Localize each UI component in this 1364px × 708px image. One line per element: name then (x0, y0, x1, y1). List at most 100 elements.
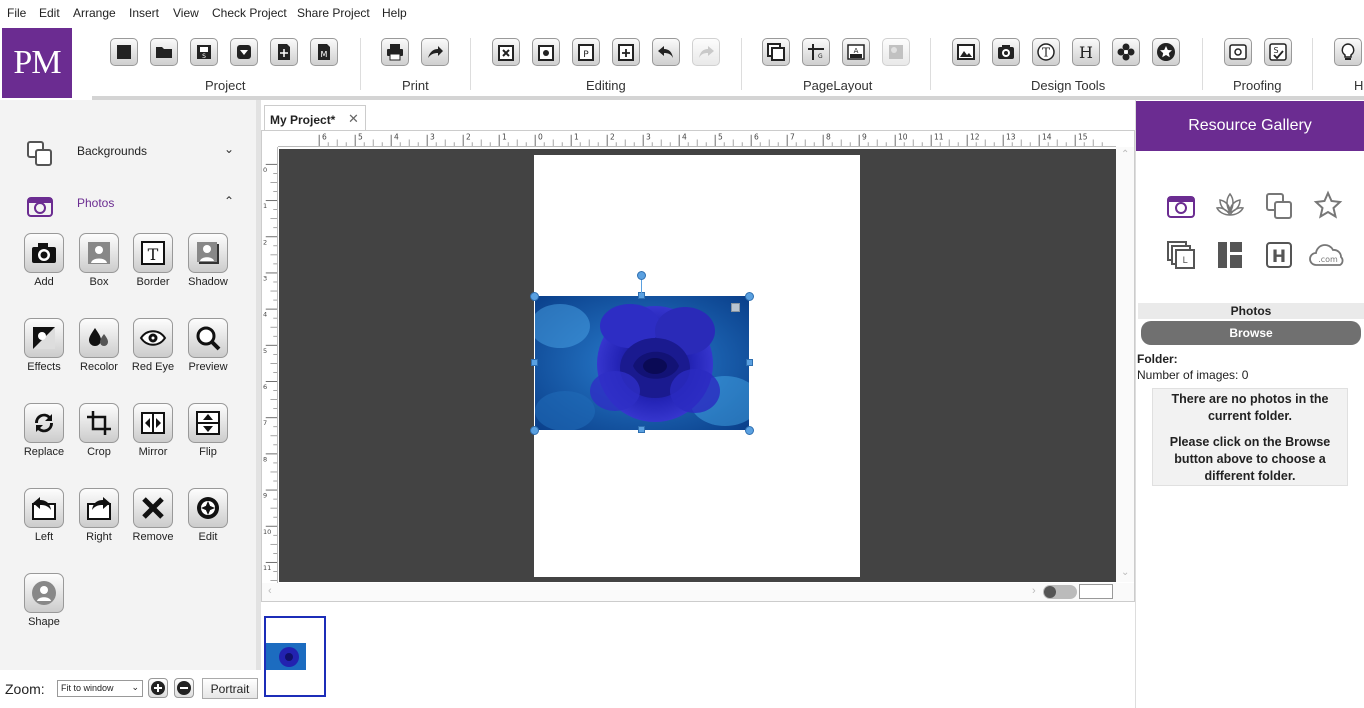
tool-replace[interactable]: Replace (16, 403, 72, 458)
tool-effects[interactable]: Effects (16, 318, 72, 373)
resize-handle[interactable] (745, 292, 754, 301)
folder-icon[interactable] (150, 38, 178, 66)
replace-arrows-icon[interactable] (24, 403, 64, 443)
tool-recolor[interactable]: Recolor (71, 318, 127, 373)
zoom-slider-box[interactable] (1079, 584, 1113, 599)
page-thumbnail[interactable] (264, 616, 326, 697)
page-icon[interactable]: M (310, 38, 338, 66)
resize-handle[interactable] (530, 292, 539, 301)
scroll-left-icon[interactable]: ‹ (268, 585, 272, 597)
chevron-down-icon[interactable]: ⌄ (224, 142, 234, 156)
paste-icon[interactable]: P (572, 38, 600, 66)
save-icon[interactable]: S (190, 38, 218, 66)
spellcheck-icon[interactable]: S (1264, 38, 1292, 66)
zoom-select[interactable]: Fit to window ⌄ (57, 680, 143, 697)
vertical-scrollbar[interactable]: ⌃ ⌄ (1116, 147, 1134, 582)
new-file-icon[interactable] (270, 38, 298, 66)
tool-edit[interactable]: Edit (180, 488, 236, 543)
section-photos[interactable]: Photos ⌃ (4, 180, 252, 226)
menu-share-project[interactable]: Share Project (297, 6, 370, 20)
tab-my-project[interactable]: My Project* ✕ (264, 105, 366, 131)
rose-photo[interactable] (535, 296, 749, 430)
heading-icon[interactable]: H (1072, 38, 1100, 66)
tool-left[interactable]: Left (16, 488, 72, 543)
help-bulb-icon[interactable] (1334, 38, 1362, 66)
scroll-down-icon[interactable]: ⌄ (1121, 567, 1129, 578)
textbox-icon[interactable]: T (1032, 38, 1060, 66)
add-icon[interactable] (612, 38, 640, 66)
browse-button[interactable]: Browse (1141, 321, 1361, 345)
columns-layout-icon[interactable] (1213, 238, 1247, 272)
view-icon[interactable] (1224, 38, 1252, 66)
send-icon[interactable] (421, 38, 449, 66)
menu-check-project[interactable]: Check Project (212, 6, 287, 20)
recolor-drops-icon[interactable] (79, 318, 119, 358)
background-icon[interactable] (882, 38, 910, 66)
rotate-right-icon[interactable] (79, 488, 119, 528)
scroll-right-icon[interactable]: › (1032, 585, 1036, 597)
printer-icon[interactable] (381, 38, 409, 66)
shadow-person-icon[interactable] (188, 233, 228, 273)
tool-add[interactable]: Add (16, 233, 72, 288)
scroll-up-icon[interactable]: ⌃ (1121, 149, 1129, 160)
horizontal-scrollbar[interactable]: ‹ › (262, 583, 1134, 601)
layout-icon[interactable] (762, 38, 790, 66)
tool-preview[interactable]: Preview (180, 318, 236, 373)
tool-mirror[interactable]: Mirror (125, 403, 181, 458)
grid-icon[interactable]: G (802, 38, 830, 66)
view-toggle[interactable] (1043, 585, 1077, 599)
crop-icon[interactable] (79, 403, 119, 443)
menu-file[interactable]: File (7, 6, 26, 20)
resize-handle[interactable] (530, 426, 539, 435)
image-icon[interactable] (952, 38, 980, 66)
border-t-icon[interactable]: T (133, 233, 173, 273)
section-backgrounds[interactable]: Backgrounds ⌄ (4, 128, 252, 174)
star-icon[interactable] (1152, 38, 1180, 66)
tool-flip[interactable]: Flip (180, 403, 236, 458)
resize-handle[interactable] (638, 426, 645, 433)
flip-icon[interactable] (188, 403, 228, 443)
effects-icon[interactable] (24, 318, 64, 358)
tool-remove[interactable]: Remove (125, 488, 181, 543)
lotus-icon[interactable] (1213, 189, 1247, 223)
camera-icon[interactable] (992, 38, 1020, 66)
mirror-icon[interactable] (133, 403, 173, 443)
tool-shadow[interactable]: Shadow (180, 233, 236, 288)
camera-icon[interactable] (24, 233, 64, 273)
menu-view[interactable]: View (173, 6, 199, 20)
tool-crop[interactable]: Crop (71, 403, 127, 458)
layout-stack-icon[interactable]: L (1164, 238, 1198, 272)
edit-aperture-icon[interactable] (188, 488, 228, 528)
resize-handle[interactable] (746, 359, 753, 366)
tool-border[interactable]: T Border (125, 233, 181, 288)
redo-icon[interactable] (692, 38, 720, 66)
star-outline-icon[interactable] (1311, 189, 1345, 223)
layers-icon[interactable] (1262, 189, 1296, 223)
undo-icon[interactable] (652, 38, 680, 66)
resize-handle[interactable] (531, 359, 538, 366)
cut-icon[interactable] (492, 38, 520, 66)
menu-edit[interactable]: Edit (39, 6, 60, 20)
cloud-com-icon[interactable]: .com (1308, 238, 1348, 272)
tool-red-eye[interactable]: Red Eye (125, 318, 181, 373)
shape-person-icon[interactable] (24, 573, 64, 613)
window-icon[interactable] (110, 38, 138, 66)
save-as-icon[interactable] (230, 38, 258, 66)
resize-handle[interactable] (745, 426, 754, 435)
remove-x-icon[interactable] (133, 488, 173, 528)
text-layout-icon[interactable]: A (842, 38, 870, 66)
flower-icon[interactable] (1112, 38, 1140, 66)
rotate-left-icon[interactable] (24, 488, 64, 528)
menu-arrange[interactable]: Arrange (73, 6, 116, 20)
zoom-out-button[interactable] (174, 678, 194, 698)
menu-insert[interactable]: Insert (129, 6, 159, 20)
chevron-up-icon[interactable]: ⌃ (224, 194, 234, 208)
close-icon[interactable]: ✕ (348, 111, 359, 127)
magnifier-icon[interactable] (188, 318, 228, 358)
copy-icon[interactable] (532, 38, 560, 66)
heading-h-icon[interactable]: H (1262, 238, 1296, 272)
tool-right[interactable]: Right (71, 488, 127, 543)
menu-help[interactable]: Help (382, 6, 407, 20)
rotate-handle[interactable] (637, 271, 646, 280)
photo-camera-icon[interactable] (1164, 189, 1198, 223)
